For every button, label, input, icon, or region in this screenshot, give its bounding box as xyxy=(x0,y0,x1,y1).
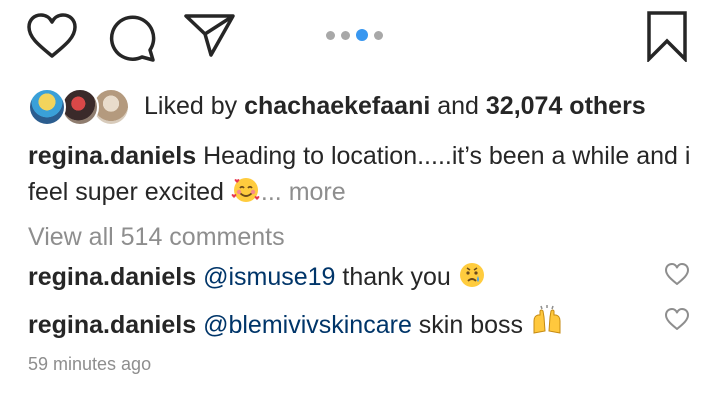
likes-middle: and xyxy=(430,91,486,120)
likes-summary: Liked by chachaekefaani and 32,074 other… xyxy=(144,92,646,121)
comment-mention[interactable]: @blemivivskincare xyxy=(203,311,412,339)
share-icon[interactable] xyxy=(183,12,237,58)
comment-row: regina.daniels @blemivivskincare skin bo… xyxy=(28,305,564,346)
carousel-dot xyxy=(341,30,350,40)
carousel-dot xyxy=(326,30,335,40)
view-all-comments-link[interactable]: View all 514 comments xyxy=(28,220,285,254)
heart-icon[interactable] xyxy=(26,12,78,60)
likes-prefix: Liked by xyxy=(144,91,245,120)
raising-hands-icon xyxy=(530,305,564,346)
caption-username[interactable]: regina.daniels xyxy=(28,142,196,170)
post-timestamp: 59 minutes ago xyxy=(28,354,152,374)
caption-more-link[interactable]: ... more xyxy=(261,178,346,206)
avatar xyxy=(28,88,66,126)
carousel-indicator xyxy=(326,29,383,41)
comment-username[interactable]: regina.daniels xyxy=(28,263,196,291)
liker-username[interactable]: chachaekefaani xyxy=(244,92,430,120)
likes-others-count[interactable]: 32,074 others xyxy=(486,92,646,120)
comment-mention[interactable]: @ismuse19 xyxy=(203,263,335,291)
liker-avatars xyxy=(28,86,132,126)
comment-username[interactable]: regina.daniels xyxy=(28,311,196,339)
carousel-dot xyxy=(374,30,383,40)
comment-text: thank you xyxy=(335,263,458,291)
likes-row[interactable]: Liked by chachaekefaani and 32,074 other… xyxy=(28,86,646,126)
crying-face-icon xyxy=(458,261,486,298)
avatar xyxy=(61,88,99,126)
comment-row: regina.daniels @ismuse19 thank you xyxy=(28,260,486,298)
carousel-dot-active xyxy=(356,29,368,41)
bookmark-icon[interactable] xyxy=(644,10,690,62)
comment-like-heart-icon[interactable] xyxy=(664,307,690,331)
smiling-face-with-hearts-icon xyxy=(231,176,261,214)
post-caption: regina.daniels Heading to location.....i… xyxy=(28,138,698,214)
post-action-bar xyxy=(0,0,720,80)
comment-like-heart-icon[interactable] xyxy=(664,262,690,286)
comment-icon[interactable] xyxy=(107,13,157,63)
comment-text: skin boss xyxy=(411,311,530,339)
